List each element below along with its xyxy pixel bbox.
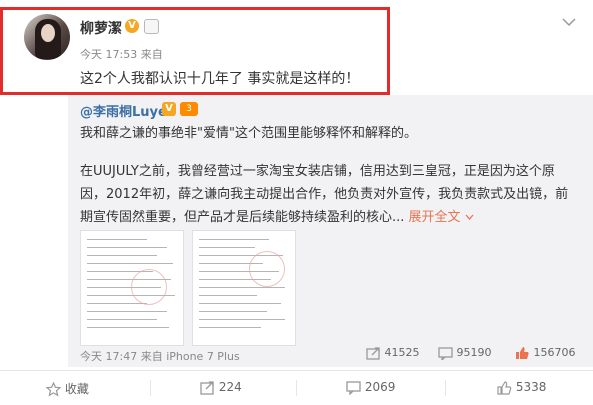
highlight-box xyxy=(0,7,390,95)
repost-count: 224 xyxy=(218,380,242,394)
star-icon xyxy=(46,382,61,397)
separator xyxy=(445,380,446,396)
comment-icon xyxy=(346,380,361,395)
comment-icon xyxy=(438,346,453,360)
repost-comments-count: 95190 xyxy=(456,346,492,359)
divider xyxy=(0,370,593,371)
repost-likes-count: 156706 xyxy=(533,346,576,359)
document-image[interactable] xyxy=(80,230,184,346)
repost-body: 在UUJULY之前，我曾经营过一家淘宝女装店铺，信用达到三皇冠，正是因为这个原因… xyxy=(80,164,569,225)
expand-link[interactable]: 展开全文 xyxy=(409,210,474,225)
rank-badge-icon: 3 xyxy=(180,102,198,116)
repost-meta[interactable]: 今天 17:47 来自 iPhone 7 Plus xyxy=(80,348,240,364)
thumbs-up-icon xyxy=(516,347,529,359)
thumbs-up-icon xyxy=(497,380,512,395)
repost-comments[interactable]: 95190 xyxy=(438,346,492,360)
repost-reposts-count: 41525 xyxy=(384,346,420,359)
separator xyxy=(296,380,297,396)
like-button[interactable]: 5338 xyxy=(497,380,546,395)
chevron-down-icon xyxy=(465,214,474,220)
comment-count: 2069 xyxy=(364,380,396,394)
repost-likes[interactable]: 156706 xyxy=(515,346,576,360)
repost-text-line: 我和薛之谦的事绝非"爱情"这个范围里能够释怀和解释的。 xyxy=(80,126,417,141)
chevron-down-icon[interactable] xyxy=(561,16,577,32)
share-icon xyxy=(200,380,214,395)
favorite-button[interactable]: 收藏 xyxy=(46,380,89,397)
verified-badge-icon: V xyxy=(162,102,176,116)
favorite-label: 收藏 xyxy=(64,382,89,396)
repost-paragraph: 在UUJULY之前，我曾经营过一家淘宝女装店铺，信用达到三皇冠，正是因为这个原因… xyxy=(80,160,580,229)
repost-button[interactable]: 224 xyxy=(200,380,242,395)
repost-reposts[interactable]: 41525 xyxy=(366,346,420,360)
separator xyxy=(150,380,151,396)
share-icon xyxy=(366,346,380,360)
like-count: 5338 xyxy=(515,380,547,394)
comment-button[interactable]: 2069 xyxy=(346,380,395,395)
document-image[interactable] xyxy=(192,230,296,346)
